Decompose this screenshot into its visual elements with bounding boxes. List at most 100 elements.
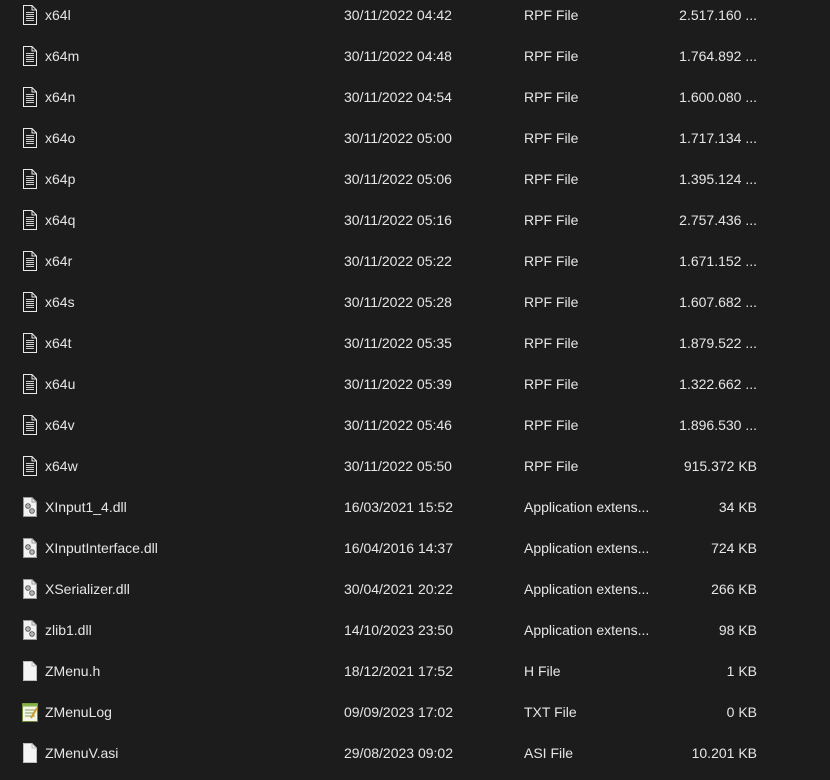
file-date-modified: 16/03/2021 15:52 (344, 499, 453, 515)
file-row[interactable]: x64o 30/11/2022 05:00 RPF File 1.717.134 ..… (0, 127, 830, 168)
blank-document-icon (22, 743, 38, 763)
document-lines-icon (22, 46, 38, 66)
file-type: RPF File (524, 458, 579, 474)
file-row[interactable]: x64t 30/11/2022 05:35 RPF File 1.879.522 ..… (0, 332, 830, 373)
file-type: RPF File (524, 212, 579, 228)
file-date-modified: 16/04/2016 14:37 (344, 540, 453, 556)
file-name: zlib1.dll (45, 622, 92, 638)
file-name: ZMenuLog (45, 704, 112, 720)
blank-document-icon (22, 661, 38, 681)
file-row[interactable]: ZMenuV.asi 29/08/2023 09:02 ASI File 10.201… (0, 742, 830, 780)
file-size: 724 KB (711, 540, 757, 556)
file-size: 915.372 KB (683, 458, 757, 474)
file-row[interactable]: x64w 30/11/2022 05:50 RPF File 915.372 KB (0, 455, 830, 496)
file-name: ZMenu.h (45, 663, 101, 679)
file-row[interactable]: XInput1_4.dll 16/03/2021 15:52 Application… (0, 496, 830, 537)
file-name: x64n (45, 89, 76, 105)
file-name: x64w (45, 458, 78, 474)
file-row[interactable]: x64q 30/11/2022 05:16 RPF File 2.757.436 ..… (0, 209, 830, 250)
file-type: RPF File (524, 7, 579, 23)
file-type: RPF File (524, 376, 579, 392)
file-size: 1.322.662 ... (679, 376, 757, 392)
file-row[interactable]: XSerializer.dll 30/04/2021 20:22 Applicati… (0, 578, 830, 619)
file-row[interactable]: x64n 30/11/2022 04:54 RPF File 1.600.080 ..… (0, 86, 830, 127)
document-lines-icon (22, 87, 38, 107)
file-size: 1.671.152 ... (679, 253, 757, 269)
file-name: x64p (45, 171, 76, 187)
file-size: 1.764.892 ... (679, 48, 757, 64)
file-name: x64l (45, 7, 71, 23)
file-name: x64t (45, 335, 72, 351)
file-row[interactable]: ZMenuLog 09/09/2023 17:02 TXT File 0 KB (0, 701, 830, 742)
file-size: 98 KB (718, 622, 757, 638)
file-date-modified: 09/09/2023 17:02 (344, 704, 453, 720)
file-name: x64v (45, 417, 75, 433)
file-date-modified: 30/11/2022 05:06 (344, 171, 452, 187)
file-type: ASI File (524, 745, 574, 761)
file-type: RPF File (524, 253, 579, 269)
document-lines-icon (22, 5, 38, 25)
file-date-modified: 30/11/2022 05:28 (344, 294, 452, 310)
file-row[interactable]: x64r 30/11/2022 05:22 RPF File 1.671.152 ..… (0, 250, 830, 291)
file-date-modified: 30/11/2022 05:39 (344, 376, 452, 392)
file-date-modified: 30/11/2022 05:50 (344, 458, 452, 474)
file-type: Application extens... (524, 540, 650, 556)
file-type: RPF File (524, 335, 579, 351)
file-date-modified: 30/11/2022 04:48 (344, 48, 452, 64)
file-size: 266 KB (711, 581, 757, 597)
document-lines-icon (22, 251, 38, 271)
file-name: ZMenuV.asi (45, 745, 119, 761)
notepad-document-icon (22, 702, 38, 722)
document-lines-icon (22, 128, 38, 148)
file-size: 1.896.530 ... (679, 417, 757, 433)
file-date-modified: 29/08/2023 09:02 (344, 745, 453, 761)
file-date-modified: 30/11/2022 05:22 (344, 253, 452, 269)
file-name: XSerializer.dll (45, 581, 130, 597)
file-date-modified: 18/12/2021 17:52 (344, 663, 453, 679)
file-row[interactable]: x64l 30/11/2022 04:42 RPF File 2.517.160 ..… (0, 4, 830, 45)
file-size: 34 KB (718, 499, 757, 515)
document-lines-icon (22, 415, 38, 435)
document-lines-icon (22, 456, 38, 476)
file-type: RPF File (524, 294, 579, 310)
file-size: 2.757.436 ... (679, 212, 757, 228)
file-name: XInputInterface.dll (45, 540, 158, 556)
file-type: RPF File (524, 417, 579, 433)
file-type: RPF File (524, 171, 579, 187)
file-type: H File (524, 663, 561, 679)
file-list: x64l 30/11/2022 04:42 RPF File 2.517.160 ..… (0, 0, 830, 780)
file-date-modified: 14/10/2023 23:50 (344, 622, 453, 638)
file-type: RPF File (524, 48, 579, 64)
file-name: x64o (45, 130, 76, 146)
file-row[interactable]: x64p 30/11/2022 05:06 RPF File 1.395.124 ..… (0, 168, 830, 209)
file-name: x64u (45, 376, 76, 392)
document-lines-icon (22, 333, 38, 353)
file-size: 0 KB (726, 704, 757, 720)
document-lines-icon (22, 169, 38, 189)
file-type: Application extens... (524, 581, 650, 597)
dll-gear-icon (22, 579, 38, 599)
file-size: 10.201 KB (691, 745, 757, 761)
file-size: 1.600.080 ... (679, 89, 757, 105)
document-lines-icon (22, 374, 38, 394)
file-size: 1.607.682 ... (679, 294, 757, 310)
file-name: XInput1_4.dll (45, 499, 127, 515)
file-date-modified: 30/11/2022 05:35 (344, 335, 452, 351)
file-row[interactable]: XInputInterface.dll 16/04/2016 14:37 Appli… (0, 537, 830, 578)
file-row[interactable]: zlib1.dll 14/10/2023 23:50 Application ext… (0, 619, 830, 660)
file-date-modified: 30/11/2022 05:00 (344, 130, 452, 146)
file-size: 1 KB (726, 663, 757, 679)
file-name: x64r (45, 253, 73, 269)
file-row[interactable]: x64u 30/11/2022 05:39 RPF File 1.322.662 ..… (0, 373, 830, 414)
dll-gear-icon (22, 497, 38, 517)
file-type: RPF File (524, 89, 579, 105)
file-type: RPF File (524, 130, 579, 146)
file-row[interactable]: x64v 30/11/2022 05:46 RPF File 1.896.530 ..… (0, 414, 830, 455)
file-row[interactable]: x64m 30/11/2022 04:48 RPF File 1.764.892 ..… (0, 45, 830, 86)
file-date-modified: 30/11/2022 05:46 (344, 417, 452, 433)
file-name: x64s (45, 294, 75, 310)
file-row[interactable]: ZMenu.h 18/12/2021 17:52 H File 1 KB (0, 660, 830, 701)
file-row[interactable]: x64s 30/11/2022 05:28 RPF File 1.607.682 ..… (0, 291, 830, 332)
file-date-modified: 30/04/2021 20:22 (344, 581, 453, 597)
file-name: x64m (45, 48, 80, 64)
